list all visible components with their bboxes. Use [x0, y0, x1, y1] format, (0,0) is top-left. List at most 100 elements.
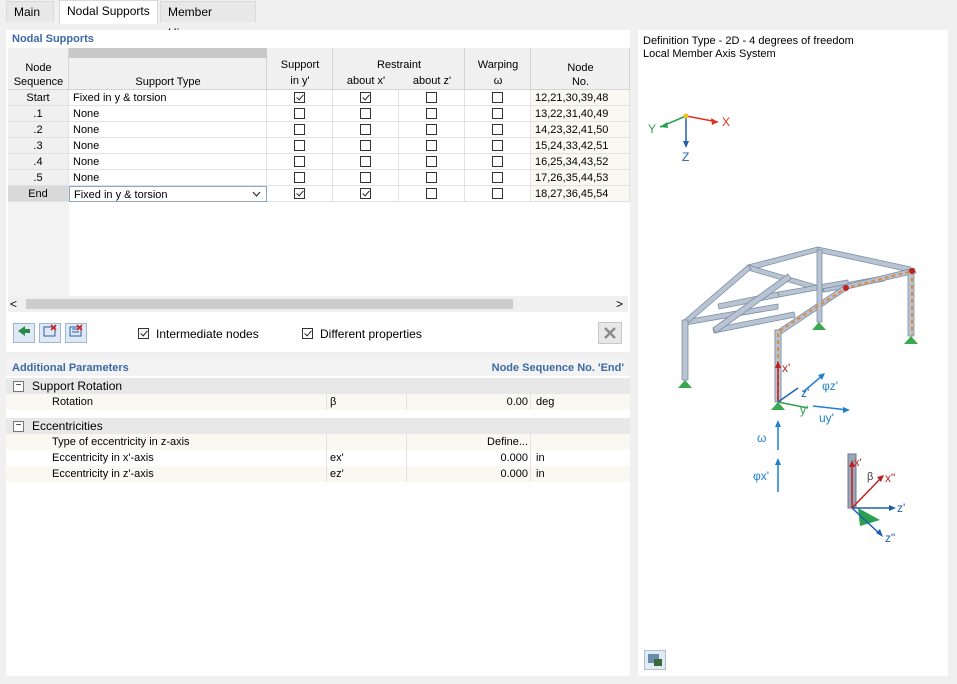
- warping-checkbox[interactable]: [492, 172, 503, 183]
- close-icon: [599, 323, 621, 343]
- restraint-z-checkbox[interactable]: [426, 140, 437, 151]
- node-numbers[interactable]: 12,21,30,39,48: [531, 90, 630, 106]
- warping-checkbox[interactable]: [492, 188, 503, 199]
- preview-options-button[interactable]: [644, 650, 666, 670]
- collapse-toggle-icon[interactable]: −: [13, 421, 24, 432]
- nodal-supports-title: Nodal Supports: [12, 33, 94, 45]
- checkbox-cell: [399, 170, 465, 186]
- support-type-text: Fixed in y & torsion: [74, 189, 168, 201]
- restraint-x-checkbox[interactable]: [360, 108, 371, 119]
- tab-member-hinges[interactable]: Member Hinges: [160, 1, 256, 22]
- node-numbers[interactable]: 17,26,35,44,53: [531, 170, 630, 186]
- restraint-z-checkbox[interactable]: [426, 108, 437, 119]
- row-sequence[interactable]: End: [8, 186, 69, 202]
- global-axes-icon: X Y Z: [648, 114, 730, 165]
- scroll-right-arrow[interactable]: >: [616, 296, 628, 312]
- row-sequence[interactable]: .4: [8, 154, 69, 170]
- support-type-text: None: [73, 140, 99, 152]
- restraint-z-checkbox[interactable]: [426, 172, 437, 183]
- node-numbers[interactable]: 18,27,36,45,54: [531, 186, 630, 202]
- restraint-z-checkbox[interactable]: [426, 156, 437, 167]
- row-sequence[interactable]: .5: [8, 170, 69, 186]
- checkbox-cell: [333, 154, 399, 170]
- row-sequence[interactable]: .1: [8, 106, 69, 122]
- support-type-cell[interactable]: Fixed in y & torsion: [69, 90, 267, 106]
- parameter-value[interactable]: 0.000: [406, 450, 528, 466]
- tab-nodal-supports[interactable]: Nodal Supports: [59, 0, 158, 24]
- parameter-group[interactable]: −Eccentricities: [6, 418, 630, 434]
- support-y-checkbox[interactable]: [294, 140, 305, 151]
- row-sequence[interactable]: Start: [8, 90, 69, 106]
- restraint-x-checkbox[interactable]: [360, 92, 371, 103]
- parameter-row[interactable]: Rotationβ0.00deg: [6, 394, 630, 410]
- scroll-thumb[interactable]: [26, 299, 513, 309]
- svg-text:x': x': [782, 361, 790, 375]
- row-sequence[interactable]: .3: [8, 138, 69, 154]
- restraint-x-checkbox[interactable]: [360, 124, 371, 135]
- support-type-cell[interactable]: None: [69, 122, 267, 138]
- parameter-value[interactable]: 0.00: [406, 394, 528, 410]
- parameter-row[interactable]: Eccentricity in x'-axisex'0.000in: [6, 450, 630, 466]
- header-node-sequence: Node Sequence: [8, 48, 69, 90]
- different-properties-checkbox[interactable]: [302, 328, 313, 339]
- restraint-z-checkbox[interactable]: [426, 188, 437, 199]
- svg-text:ω: ω: [757, 431, 766, 445]
- svg-text:β: β: [867, 471, 873, 483]
- tab-bar: Main Nodal Supports Member Hinges: [0, 0, 957, 24]
- clear-button[interactable]: [598, 322, 622, 344]
- warping-checkbox[interactable]: [492, 156, 503, 167]
- support-y-checkbox[interactable]: [294, 188, 305, 199]
- node-numbers[interactable]: 13,22,31,40,49: [531, 106, 630, 122]
- parameter-row[interactable]: Type of eccentricity in z-axisDefine...: [6, 434, 630, 450]
- parameter-value[interactable]: 0.000: [406, 466, 528, 482]
- scroll-left-arrow[interactable]: <: [10, 296, 22, 312]
- warping-checkbox[interactable]: [492, 124, 503, 135]
- parameter-group-name: Eccentricities: [32, 418, 103, 434]
- node-numbers[interactable]: 16,25,34,43,52: [531, 154, 630, 170]
- parameter-unit: in: [536, 450, 545, 466]
- checkbox-cell: [333, 106, 399, 122]
- restraint-x-checkbox[interactable]: [360, 156, 371, 167]
- delete-row-button[interactable]: [39, 323, 61, 343]
- row-sequence[interactable]: .2: [8, 122, 69, 138]
- restraint-x-checkbox[interactable]: [360, 172, 371, 183]
- support-icons: [678, 322, 918, 410]
- support-type-cell[interactable]: None: [69, 170, 267, 186]
- intermediate-nodes-checkbox[interactable]: [138, 328, 149, 339]
- tab-main[interactable]: Main: [6, 1, 54, 22]
- support-y-checkbox[interactable]: [294, 124, 305, 135]
- support-type-cell[interactable]: None: [69, 106, 267, 122]
- support-type-cell[interactable]: None: [69, 154, 267, 170]
- support-type-text: None: [73, 124, 99, 136]
- warping-checkbox[interactable]: [492, 108, 503, 119]
- horizontal-scrollbar[interactable]: < >: [8, 296, 628, 312]
- restraint-z-checkbox[interactable]: [426, 92, 437, 103]
- warping-checkbox[interactable]: [492, 92, 503, 103]
- node-numbers[interactable]: 14,23,32,41,50: [531, 122, 630, 138]
- support-y-checkbox[interactable]: [294, 156, 305, 167]
- restraint-z-checkbox[interactable]: [426, 124, 437, 135]
- parameter-symbol: ez': [330, 466, 344, 482]
- chevron-down-icon[interactable]: [252, 187, 261, 206]
- support-type-cell[interactable]: None: [69, 138, 267, 154]
- collapse-toggle-icon[interactable]: −: [13, 381, 24, 392]
- select-node-button[interactable]: [13, 323, 35, 343]
- parameter-group[interactable]: −Support Rotation: [6, 378, 630, 394]
- preview-panel: Definition Type - 2D - 4 degrees of free…: [638, 30, 948, 676]
- display-settings-icon: [645, 651, 665, 669]
- support-y-checkbox[interactable]: [294, 108, 305, 119]
- additional-parameters-panel: Additional Parameters Node Sequence No. …: [6, 358, 630, 676]
- parameter-unit: in: [536, 466, 545, 482]
- restraint-x-checkbox[interactable]: [360, 188, 371, 199]
- support-type-dropdown[interactable]: Fixed in y & torsion: [69, 186, 267, 202]
- support-y-checkbox[interactable]: [294, 172, 305, 183]
- parameter-group-name: Support Rotation: [32, 378, 122, 394]
- parameter-row[interactable]: Eccentricity in z'-axisez'0.000in: [6, 466, 630, 482]
- delete-all-button[interactable]: [65, 323, 87, 343]
- warping-checkbox[interactable]: [492, 140, 503, 151]
- parameter-value[interactable]: Define...: [406, 434, 528, 450]
- restraint-x-checkbox[interactable]: [360, 140, 371, 151]
- node-numbers[interactable]: 15,24,33,42,51: [531, 138, 630, 154]
- parameter-symbol: ex': [330, 450, 344, 466]
- support-y-checkbox[interactable]: [294, 92, 305, 103]
